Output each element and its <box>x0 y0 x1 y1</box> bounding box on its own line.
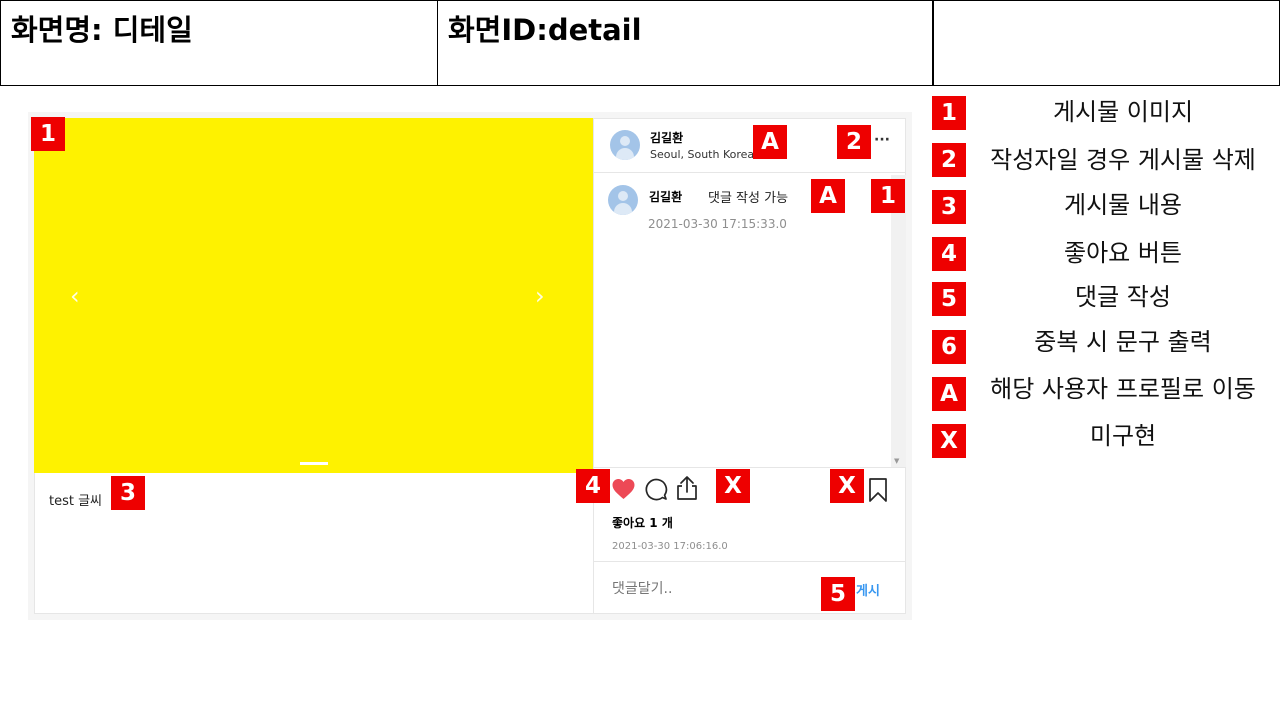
post-image[interactable] <box>34 118 594 473</box>
badge-a-comment: A <box>811 179 845 213</box>
comment-timestamp: 2021-03-30 17:15:33.0 <box>648 217 787 231</box>
comment-author[interactable]: 김길환 <box>649 188 682 205</box>
comments-bottom-divider <box>594 467 906 468</box>
header-extra-box <box>932 0 1280 86</box>
legend-key-5: 5 <box>932 282 966 316</box>
badge-a-header: A <box>753 125 787 159</box>
post-comment-button[interactable]: 게시 <box>856 580 880 599</box>
post-timestamp: 2021-03-30 17:06:16.0 <box>612 541 728 552</box>
post-content: test 글씨 <box>49 494 103 509</box>
legend-key-4: 4 <box>932 237 966 271</box>
legend-label-4: 좋아요 버튼 <box>1063 239 1183 267</box>
actions-divider <box>594 561 906 562</box>
screen-name: 화면명: 디테일 <box>11 13 193 47</box>
legend-key-x: X <box>932 424 966 458</box>
screen-name-box: 화면명: 디테일 <box>0 0 438 86</box>
legend-label-6: 중복 시 문구 출력 <box>1034 328 1212 356</box>
comment-icon[interactable] <box>644 477 668 501</box>
header-divider <box>594 172 906 173</box>
scroll-down-icon[interactable]: ▼ <box>894 457 899 465</box>
screen-id-box: 화면ID:detail <box>437 0 934 86</box>
author-location: Seoul, South Korea <box>650 148 755 161</box>
badge-x-bookmark: X <box>830 469 864 503</box>
share-icon[interactable] <box>675 475 699 501</box>
author-avatar[interactable] <box>610 130 640 160</box>
legend-key-1: 1 <box>932 96 966 130</box>
badge-1-image: 1 <box>31 117 65 151</box>
heart-icon[interactable] <box>611 478 636 500</box>
legend-key-3: 3 <box>932 190 966 224</box>
badge-3-content: 3 <box>111 476 145 510</box>
legend-label-2: 작성자일 경우 게시물 삭제 <box>990 146 1256 174</box>
legend-key-6: 6 <box>932 330 966 364</box>
comment-input[interactable] <box>612 576 812 602</box>
badge-5-comment: 5 <box>821 577 855 611</box>
legend-key-2: 2 <box>932 143 966 177</box>
legend-label-3: 게시물 내용 <box>1063 191 1183 219</box>
comment-text: 댓글 작성 가능 <box>708 191 789 206</box>
legend-label-a: 해당 사용자 프로필로 이동 <box>990 375 1256 403</box>
next-image-button[interactable]: › <box>535 284 545 308</box>
more-options-button[interactable]: ··· <box>874 132 890 148</box>
comments-scrollbar[interactable]: ▼ <box>891 175 906 467</box>
bookmark-icon[interactable] <box>867 477 889 503</box>
badge-x-share: X <box>716 469 750 503</box>
badge-2-delete: 2 <box>837 125 871 159</box>
legend-label-5: 댓글 작성 <box>1075 283 1171 311</box>
author-name[interactable]: 김길환 <box>650 129 683 146</box>
screen-id: 화면ID:detail <box>448 13 642 47</box>
legend-key-a: A <box>932 377 966 411</box>
commenter-avatar[interactable] <box>608 185 638 215</box>
like-count[interactable]: 좋아요 1 개 <box>612 514 673 531</box>
prev-image-button[interactable]: ‹ <box>70 284 80 308</box>
legend-label-1: 게시물 이미지 <box>1052 98 1194 126</box>
badge-4-like: 4 <box>576 469 610 503</box>
badge-1-comment: 1 <box>871 179 905 213</box>
panel-divider <box>593 118 594 614</box>
legend-label-x: 미구현 <box>1089 422 1157 450</box>
image-indicator <box>300 462 328 465</box>
